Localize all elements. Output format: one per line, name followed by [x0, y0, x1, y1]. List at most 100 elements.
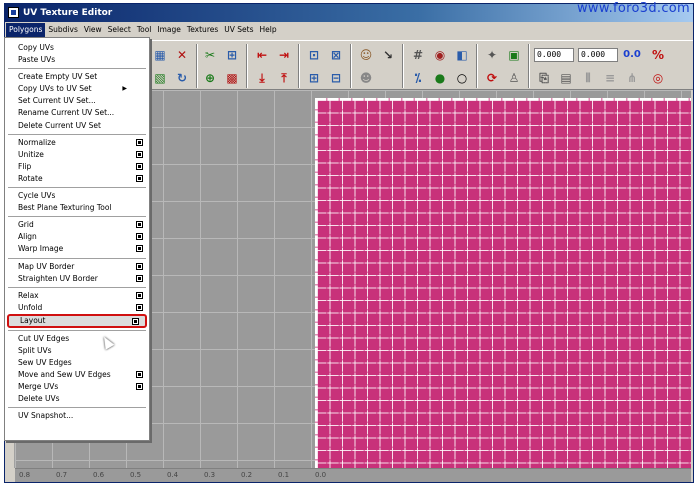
menu-bar: Polygons Subdivs View Select Tool Image Textur… [5, 22, 693, 38]
menu-separator [8, 68, 146, 70]
option-box-icon[interactable] [136, 371, 143, 379]
option-box-icon[interactable] [136, 150, 143, 158]
dim-image-icon[interactable]: ↘ [378, 45, 398, 65]
menu-item-delete-uvs[interactable]: Delete UVs [5, 393, 149, 405]
menu-item-label: Cycle UVs [18, 191, 56, 201]
distribute-icon[interactable]: ⋔ [622, 68, 642, 88]
display-texture-icon[interactable]: ⁒ [408, 68, 428, 88]
menu-item-warp-image[interactable]: Warp Image [5, 243, 149, 255]
u-coordinate-field[interactable]: 0.000 [534, 48, 574, 62]
pixel-snap-icon[interactable]: ◉ [430, 45, 450, 65]
menu-item-create-empty-uv-set[interactable]: Create Empty UV Set [5, 71, 149, 83]
uv-lattice-icon[interactable]: ▣ [504, 45, 524, 65]
image-display-icon[interactable]: ☺ [356, 45, 376, 65]
align-vertical-icon[interactable]: ⫴ [578, 68, 598, 88]
v-coordinate-field[interactable]: 0.000 [578, 48, 618, 62]
option-box-icon[interactable] [136, 245, 143, 253]
menu-textures[interactable]: Textures [184, 23, 221, 37]
menu-item-label: Warp Image [18, 244, 64, 254]
option-box-icon[interactable] [132, 317, 139, 325]
color-channel-icon[interactable]: ● [430, 68, 450, 88]
menu-view[interactable]: View [81, 23, 105, 37]
menu-item-normalize[interactable]: Normalize [5, 137, 149, 149]
menu-item-sew-uv-edges[interactable]: Sew UV Edges [5, 357, 149, 369]
option-box-icon[interactable] [136, 303, 143, 311]
menu-item-label: Move and Sew UV Edges [18, 370, 111, 380]
menu-image[interactable]: Image [154, 23, 184, 37]
menu-item-cut-uv-edges[interactable]: Cut UV Edges [5, 333, 149, 345]
option-box-icon[interactable] [136, 233, 143, 241]
zoom-out-icon[interactable]: ⊟ [326, 68, 346, 88]
refresh-icon[interactable]: ⟳ [482, 68, 502, 88]
grid-display-icon[interactable]: # [408, 45, 428, 65]
menu-tool[interactable]: Tool [134, 23, 155, 37]
grid-snap-icon[interactable]: ⊞ [222, 45, 242, 65]
paste-icon[interactable]: ▤ [556, 68, 576, 88]
percent-icon[interactable]: % [648, 45, 668, 65]
menu-polygons[interactable]: Polygons [6, 23, 46, 37]
menu-item-rotate[interactable]: Rotate [5, 173, 149, 185]
menu-item-split-uvs[interactable]: Split UVs [5, 345, 149, 357]
option-box-icon[interactable] [136, 262, 143, 270]
menu-separator [8, 407, 146, 409]
menu-item-move-and-sew-uv-edges[interactable]: Move and Sew UV Edges [5, 369, 149, 381]
user-icon[interactable]: ☻ [356, 68, 376, 88]
checker-icon[interactable]: ▩ [222, 68, 242, 88]
menu-item-copy-uvs-to-uv-set[interactable]: Copy UVs to UV Set ▶ [5, 83, 149, 95]
option-box-icon[interactable] [136, 383, 143, 391]
image-range-icon[interactable]: ♙ [504, 68, 524, 88]
menu-item-cycle-uvs[interactable]: Cycle UVs [5, 190, 149, 202]
isolate-icon[interactable]: ✦ [482, 45, 502, 65]
option-box-icon[interactable] [136, 221, 143, 229]
ruler-tick-label: 0.5 [130, 471, 142, 479]
menu-help[interactable]: Help [257, 23, 280, 37]
menu-item-flip[interactable]: Flip [5, 161, 149, 173]
cut-uv-icon[interactable]: ✂ [200, 45, 220, 65]
menu-item-align[interactable]: Align [5, 231, 149, 243]
move-down-icon[interactable]: ⤓ [252, 68, 272, 88]
frame-all-icon[interactable]: ⊡ [304, 45, 324, 65]
menu-item-label: Delete Current UV Set [18, 120, 101, 130]
sew-uv-icon[interactable]: ⊕ [200, 68, 220, 88]
menu-item-uv-snapshot[interactable]: UV Snapshot... [5, 410, 149, 422]
option-box-icon[interactable] [136, 174, 143, 182]
menu-item-grid[interactable]: Grid [5, 219, 149, 231]
move-right-icon[interactable]: ⇥ [274, 45, 294, 65]
flip-uv-icon[interactable]: ✕ [172, 45, 192, 65]
menu-item-map-uv-border[interactable]: Map UV Border [5, 261, 149, 273]
record-icon[interactable]: ◎ [648, 68, 668, 88]
copy-icon[interactable]: ⎘ [534, 68, 554, 88]
menu-item-paste-uvs[interactable]: Paste UVs [5, 54, 149, 66]
option-box-icon[interactable] [136, 138, 143, 146]
rotate-uv-icon[interactable]: ↻ [172, 68, 192, 88]
menu-item-relax[interactable]: Relax [5, 290, 149, 302]
menu-item-best-plane-texturing-tool[interactable]: Best Plane Texturing Tool [5, 202, 149, 214]
menu-select[interactable]: Select [105, 23, 134, 37]
menu-item-rename-current-uv-set[interactable]: Rename Current UV Set... [5, 107, 149, 119]
menu-item-merge-uvs[interactable]: Merge UVs [5, 381, 149, 393]
shaded-uv-icon[interactable]: ◧ [452, 45, 472, 65]
move-left-icon[interactable]: ⇤ [252, 45, 272, 65]
move-up-icon[interactable]: ⤒ [274, 68, 294, 88]
menu-item-unfold[interactable]: Unfold [5, 302, 149, 314]
menu-item-delete-current-uv-set[interactable]: Delete Current UV Set [5, 120, 149, 132]
menu-item-label: Grid [18, 220, 34, 230]
menu-item-straighten-uv-border[interactable]: Straighten UV Border [5, 273, 149, 285]
alpha-channel-icon[interactable]: ○ [452, 68, 472, 88]
option-box-icon[interactable] [136, 291, 143, 299]
align-horizontal-icon[interactable]: ≡ [600, 68, 620, 88]
menu-item-layout[interactable]: Layout [7, 313, 147, 328]
menu-item-label: Flip [18, 161, 32, 171]
menu-subdivs[interactable]: Subdivs [45, 23, 80, 37]
menu-item-unitize[interactable]: Unitize [5, 149, 149, 161]
menu-item-set-current-uv-set[interactable]: Set Current UV Set... [5, 95, 149, 107]
select-uv-icon[interactable]: ▦ [150, 45, 170, 65]
option-box-icon[interactable] [136, 274, 143, 282]
frame-selected-icon[interactable]: ⊠ [326, 45, 346, 65]
option-box-icon[interactable] [136, 162, 143, 170]
menu-uv-sets[interactable]: UV Sets [221, 23, 256, 37]
zoom-in-icon[interactable]: ⊞ [304, 68, 324, 88]
menu-item-copy-uvs[interactable]: Copy UVs [5, 42, 149, 54]
toolbar: ▦ ✕ ✂ ⊞ ⇤ ⇥ ⊡ ⊠ ☺ ↘ # ◉ ◧ ✦ ▣ 0.000 0.00… [148, 40, 693, 90]
uv-shell-icon[interactable]: ▧ [150, 68, 170, 88]
